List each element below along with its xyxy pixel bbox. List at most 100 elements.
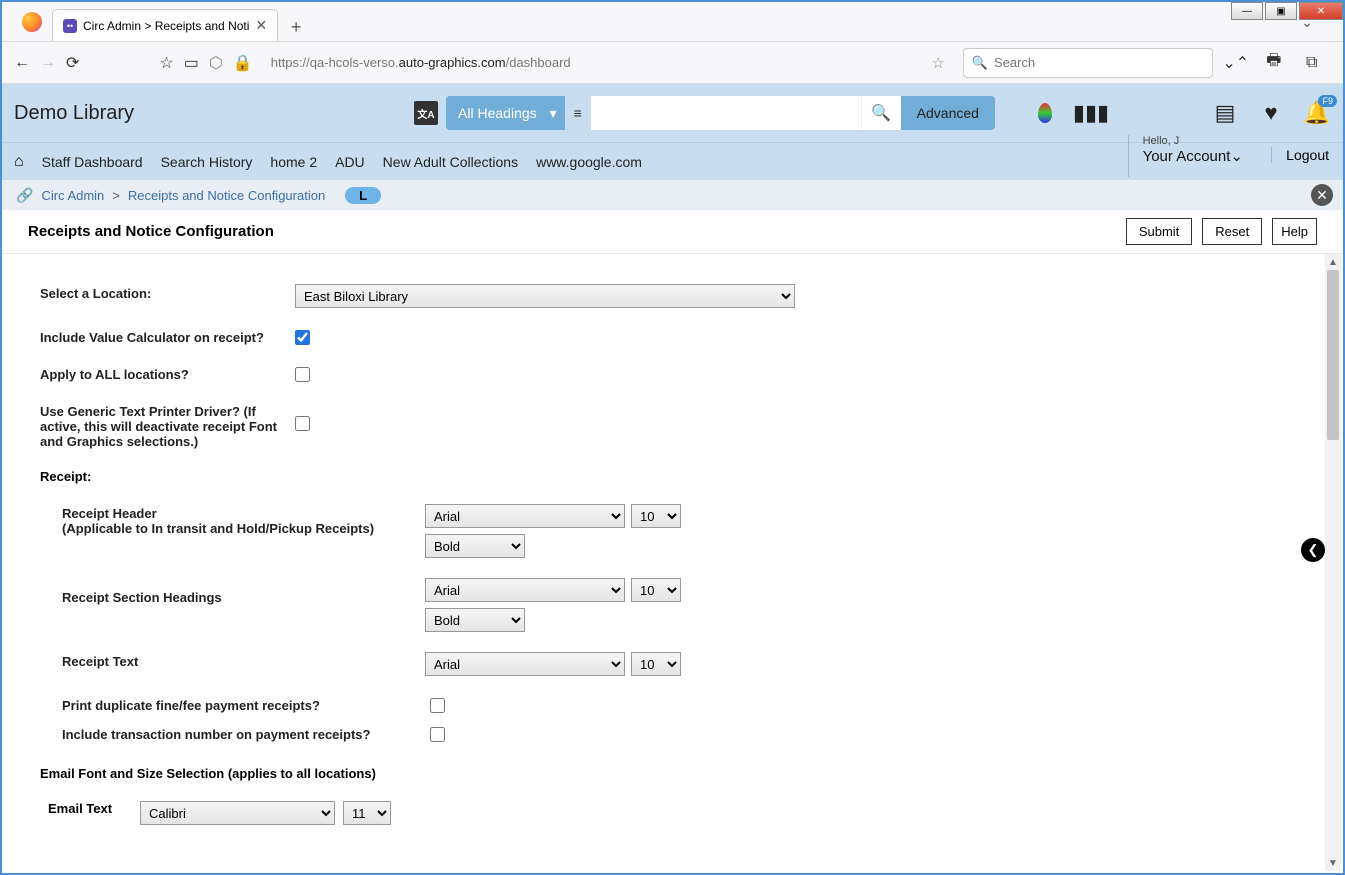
nav-staff-dashboard[interactable]: Staff Dashboard: [42, 154, 143, 170]
window-maximize-button[interactable]: ▣: [1265, 2, 1297, 20]
label-include-txn: Include transaction number on payment re…: [40, 725, 430, 742]
bookmark-star-icon[interactable]: ☆: [159, 50, 173, 76]
email-font-select[interactable]: Calibri: [140, 801, 335, 825]
browser-toolbar: ← → ⟳ ☆ ▭ ⬡ 🔒 https://qa-hcols-verso.aut…: [2, 42, 1343, 84]
lock-icon: 🔒: [233, 50, 253, 76]
crumb-receipts[interactable]: Receipts and Notice Configuration: [128, 188, 325, 203]
database-icon[interactable]: ≡: [565, 96, 591, 130]
app-header: Demo Library 文A All Headings ≡ 🔍 Advance…: [2, 84, 1343, 142]
crumb-sep: >: [112, 188, 120, 203]
vertical-scrollbar[interactable]: ▲ ▼: [1325, 254, 1341, 871]
reload-button[interactable]: ⟳: [66, 50, 79, 76]
nav-adu[interactable]: ADU: [335, 154, 365, 170]
extensions-icon[interactable]: ⧉: [1299, 50, 1325, 76]
receipt-header-font-select[interactable]: Arial: [425, 504, 625, 528]
label-apply-all: Apply to ALL locations?: [40, 365, 295, 382]
resources-icon[interactable]: ▮▮▮: [1077, 99, 1105, 127]
forward-button[interactable]: →: [40, 50, 56, 76]
include-value-calc-checkbox[interactable]: [295, 330, 310, 345]
menu-icon[interactable]: ≡: [1337, 50, 1345, 76]
label-generic-driver: Use Generic Text Printer Driver? (If act…: [40, 402, 295, 449]
receipt-header-size-select[interactable]: 10: [631, 504, 681, 528]
breadcrumb-bar: 🔗 Circ Admin > Receipts and Notice Confi…: [2, 180, 1343, 210]
headings-select[interactable]: All Headings: [446, 96, 565, 130]
label-select-location: Select a Location:: [40, 284, 295, 301]
back-button[interactable]: ←: [14, 50, 30, 76]
url-text: https://qa-hcols-verso.auto-graphics.com…: [271, 55, 571, 70]
receipt-text-font-select[interactable]: Arial: [425, 652, 625, 676]
nav-new-adult[interactable]: New Adult Collections: [383, 154, 518, 170]
label-print-dup: Print duplicate fine/fee payment receipt…: [40, 696, 430, 713]
account-block[interactable]: Hello, J Your Account⌄: [1128, 135, 1243, 177]
reset-button[interactable]: Reset: [1202, 218, 1262, 245]
nav-google[interactable]: www.google.com: [536, 154, 642, 170]
scroll-up-arrow-icon[interactable]: ▲: [1325, 254, 1341, 270]
print-icon[interactable]: 🖶: [1261, 50, 1287, 76]
nav-search-history[interactable]: Search History: [161, 154, 253, 170]
location-select[interactable]: East Biloxi Library: [295, 284, 795, 308]
tab-title: Circ Admin > Receipts and Noti: [83, 19, 249, 33]
app-title: Demo Library: [14, 102, 134, 125]
search-placeholder: Search: [994, 55, 1035, 70]
browser-search-box[interactable]: 🔍 Search: [963, 48, 1213, 78]
window-controls: — ▣ ✕: [1229, 2, 1343, 20]
window-close-button[interactable]: ✕: [1299, 2, 1343, 20]
tab-close-icon[interactable]: ✕: [255, 17, 267, 34]
location-badge: L: [345, 187, 381, 204]
new-tab-button[interactable]: +: [282, 13, 310, 41]
receipt-section-heading: Receipt:: [40, 469, 1305, 484]
label-receipt-section-headings: Receipt Section Headings: [40, 578, 425, 605]
catalog-search-input[interactable]: [591, 96, 861, 130]
pocket-icon[interactable]: ⌄⌃: [1223, 50, 1249, 76]
page-bookmark-icon[interactable]: ☆: [931, 54, 944, 72]
tab-favicon-icon: ••: [63, 19, 77, 33]
library-icon[interactable]: ▭: [184, 50, 199, 76]
home-icon[interactable]: ⌂: [14, 153, 24, 171]
scroll-thumb[interactable]: [1327, 270, 1339, 440]
chain-icon: 🔗: [16, 187, 33, 204]
nav-home-2[interactable]: home 2: [270, 154, 317, 170]
content-area: Select a Location: East Biloxi Library I…: [4, 254, 1341, 871]
submit-button[interactable]: Submit: [1126, 218, 1192, 245]
favorites-heart-icon[interactable]: ♥: [1257, 99, 1285, 127]
scroll-down-arrow-icon[interactable]: ▼: [1325, 855, 1341, 871]
email-section-heading: Email Font and Size Selection (applies t…: [40, 766, 1305, 781]
browser-tab[interactable]: •• Circ Admin > Receipts and Noti ✕: [52, 9, 278, 41]
breadcrumb-close-icon[interactable]: ✕: [1311, 184, 1333, 206]
advanced-search-button[interactable]: Advanced: [901, 96, 995, 130]
help-button[interactable]: Help: [1272, 218, 1317, 245]
section-headings-font-select[interactable]: Arial: [425, 578, 625, 602]
hello-text: Hello, J: [1143, 135, 1243, 147]
search-icon: 🔍: [972, 55, 988, 71]
catalog-search-group: All Headings ≡ 🔍 Advanced: [446, 96, 995, 130]
section-headings-size-select[interactable]: 10: [631, 578, 681, 602]
side-panel-toggle-icon[interactable]: ❮: [1301, 538, 1325, 562]
language-icon[interactable]: 文A: [414, 101, 438, 125]
logout-link[interactable]: Logout: [1271, 147, 1329, 163]
your-account-link[interactable]: Your Account⌄: [1143, 147, 1243, 165]
section-headings-weight-select[interactable]: Bold: [425, 608, 525, 632]
email-size-select[interactable]: 11: [343, 801, 391, 825]
list-icon[interactable]: ▤: [1211, 99, 1239, 127]
apply-all-checkbox[interactable]: [295, 367, 310, 382]
receipt-header-weight-select[interactable]: Bold: [425, 534, 525, 558]
label-include-value-calc: Include Value Calculator on receipt?: [40, 328, 295, 345]
notifications-bell-icon[interactable]: 🔔 F9: [1303, 99, 1331, 127]
label-email-text: Email Text: [40, 801, 140, 816]
firefox-logo-icon: [22, 12, 42, 32]
label-receipt-text: Receipt Text: [40, 652, 425, 669]
generic-driver-checkbox[interactable]: [295, 416, 310, 431]
header-icons: ▮▮▮ ▤ ♥ 🔔 F9: [1031, 99, 1331, 127]
print-dup-checkbox[interactable]: [430, 698, 445, 713]
browser-tab-strip: •• Circ Admin > Receipts and Noti ✕ + ⌄: [2, 2, 1343, 42]
label-receipt-header: Receipt Header (Applicable to In transit…: [40, 504, 425, 536]
window-minimize-button[interactable]: —: [1231, 2, 1263, 20]
catalog-search-button[interactable]: 🔍: [861, 96, 901, 130]
balloon-icon[interactable]: [1031, 99, 1059, 127]
crumb-circ-admin[interactable]: Circ Admin: [41, 188, 104, 203]
include-txn-checkbox[interactable]: [430, 727, 445, 742]
secondary-nav: ⌂ Staff Dashboard Search History home 2 …: [2, 142, 1343, 180]
receipt-text-size-select[interactable]: 10: [631, 652, 681, 676]
shield-icon: ⬡: [209, 50, 223, 76]
address-bar[interactable]: https://qa-hcols-verso.auto-graphics.com…: [263, 48, 953, 78]
